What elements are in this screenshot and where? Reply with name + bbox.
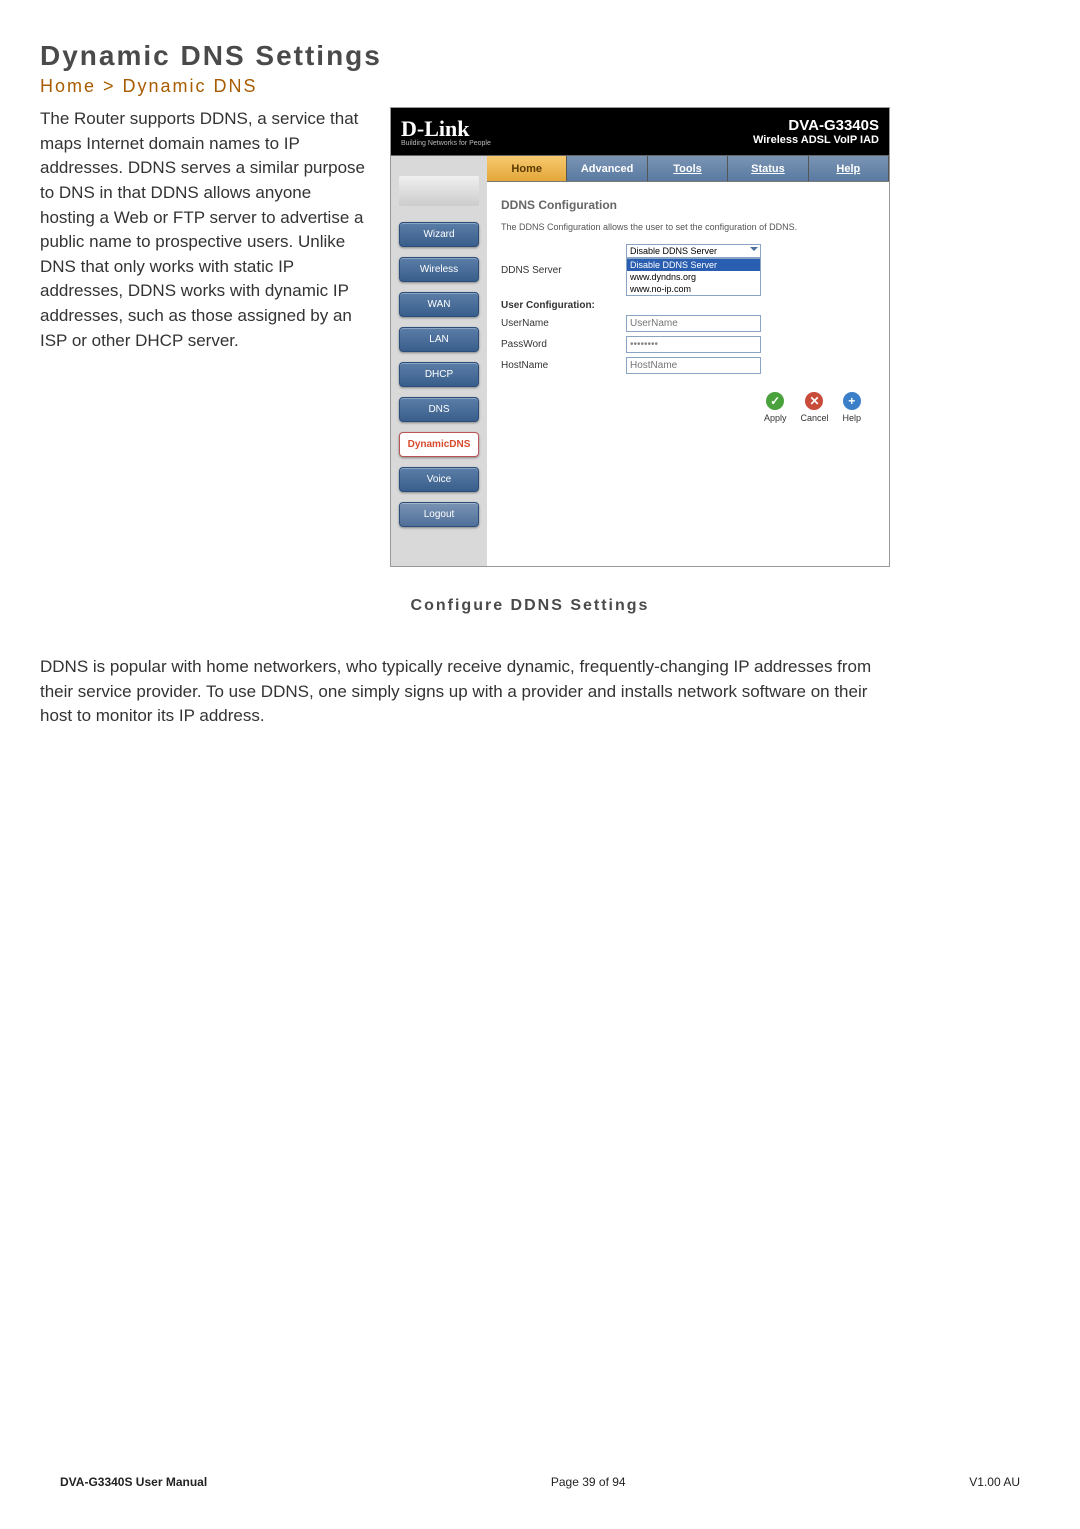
plus-icon: + bbox=[843, 392, 861, 410]
cancel-label: Cancel bbox=[800, 413, 828, 423]
device-image bbox=[399, 176, 479, 206]
hostname-label: HostName bbox=[501, 360, 626, 371]
password-input[interactable] bbox=[626, 336, 761, 353]
user-configuration-label: User Configuration: bbox=[501, 300, 626, 311]
doc-title: Dynamic DNS Settings bbox=[40, 40, 1020, 72]
tab-home[interactable]: Home bbox=[487, 156, 567, 181]
apply-button[interactable]: ✓ Apply bbox=[764, 392, 787, 423]
ddns-server-select[interactable]: Disable DDNS Server bbox=[626, 244, 761, 258]
router-ui-screenshot: D-Link Building Networks for People DVA-… bbox=[390, 107, 890, 567]
sidebar-item-wan[interactable]: WAN bbox=[399, 292, 479, 317]
model-number: DVA-G3340S bbox=[753, 117, 879, 134]
ddns-server-dropdown[interactable]: Disable DDNS Server www.dyndns.org www.n… bbox=[626, 258, 761, 296]
password-label: PassWord bbox=[501, 339, 626, 350]
brand-name: D-Link bbox=[401, 116, 491, 142]
router-tabs: Home Advanced Tools Status Help bbox=[487, 156, 889, 182]
breadcrumb: Home > Dynamic DNS bbox=[40, 76, 1020, 97]
sidebar-item-voice[interactable]: Voice bbox=[399, 467, 479, 492]
sidebar-item-logout[interactable]: Logout bbox=[399, 502, 479, 527]
sidebar-item-lan[interactable]: LAN bbox=[399, 327, 479, 352]
sidebar-item-dns[interactable]: DNS bbox=[399, 397, 479, 422]
tab-advanced[interactable]: Advanced bbox=[567, 156, 647, 181]
figure-caption: Configure DDNS Settings bbox=[40, 597, 1020, 615]
ddns-server-label: DDNS Server bbox=[501, 265, 626, 276]
router-content: DDNS Configuration The DDNS Configuratio… bbox=[487, 182, 889, 439]
section-desc: The DDNS Configuration allows the user t… bbox=[501, 222, 875, 232]
sidebar-item-dhcp[interactable]: DHCP bbox=[399, 362, 479, 387]
ddns-option-noip[interactable]: www.no-ip.com bbox=[627, 283, 760, 295]
router-sidebar: Wizard Wireless WAN LAN DHCP DNS Dynamic… bbox=[391, 156, 487, 566]
brand-logo: D-Link Building Networks for People bbox=[401, 116, 491, 147]
footer-manual: DVA-G3340S User Manual bbox=[60, 1475, 207, 1489]
check-icon: ✓ bbox=[766, 392, 784, 410]
intro-paragraph: The Router supports DDNS, a service that… bbox=[40, 107, 370, 353]
ddns-option-disable[interactable]: Disable DDNS Server bbox=[627, 259, 760, 271]
hostname-input[interactable] bbox=[626, 357, 761, 374]
help-label: Help bbox=[842, 413, 861, 423]
sidebar-item-wireless[interactable]: Wireless bbox=[399, 257, 479, 282]
router-header: D-Link Building Networks for People DVA-… bbox=[391, 108, 889, 156]
brand-tagline: Building Networks for People bbox=[401, 140, 491, 147]
username-input[interactable] bbox=[626, 315, 761, 332]
page-footer: DVA-G3340S User Manual Page 39 of 94 V1.… bbox=[60, 1475, 1020, 1489]
tab-tools[interactable]: Tools bbox=[648, 156, 728, 181]
help-button[interactable]: + Help bbox=[842, 392, 861, 423]
username-label: UserName bbox=[501, 318, 626, 329]
footer-page: Page 39 of 94 bbox=[551, 1475, 626, 1489]
ddns-option-dyndns[interactable]: www.dyndns.org bbox=[627, 271, 760, 283]
apply-label: Apply bbox=[764, 413, 787, 423]
model-info: DVA-G3340S Wireless ADSL VoIP IAD bbox=[753, 117, 879, 146]
sidebar-item-dynamicdns[interactable]: DynamicDNS bbox=[399, 432, 479, 457]
cancel-button[interactable]: ✕ Cancel bbox=[800, 392, 828, 423]
model-desc: Wireless ADSL VoIP IAD bbox=[753, 134, 879, 146]
x-icon: ✕ bbox=[805, 392, 823, 410]
sidebar-item-wizard[interactable]: Wizard bbox=[399, 222, 479, 247]
tab-help[interactable]: Help bbox=[809, 156, 889, 181]
bottom-paragraph: DDNS is popular with home networkers, wh… bbox=[40, 655, 880, 729]
footer-version: V1.00 AU bbox=[969, 1475, 1020, 1489]
tab-status[interactable]: Status bbox=[728, 156, 808, 181]
section-title: DDNS Configuration bbox=[501, 198, 875, 212]
